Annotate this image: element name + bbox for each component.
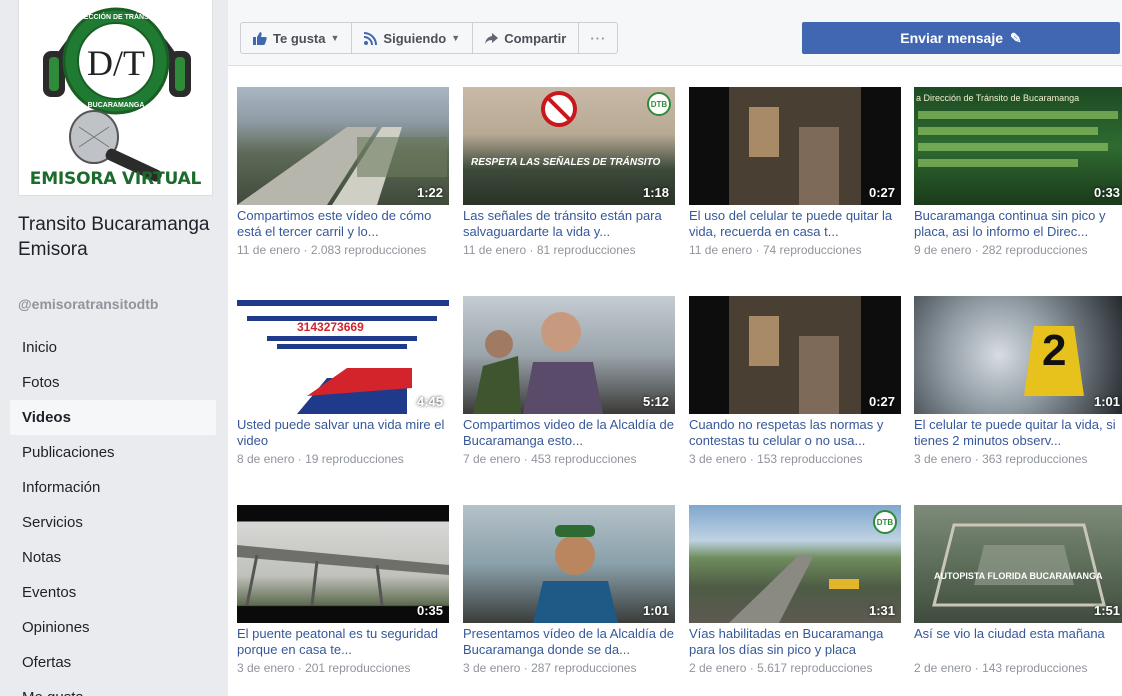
following-label: Siguiendo xyxy=(383,30,447,46)
nav-item-servicios[interactable]: Servicios xyxy=(10,505,216,540)
video-meta: 2 de enero · 5.617 reproducciones xyxy=(689,661,873,675)
video-thumbnail[interactable]: a Dirección de Tránsito de Bucaramanga 0… xyxy=(914,87,1122,205)
video-duration: 0:35 xyxy=(416,603,443,618)
page-nav: Inicio Fotos Videos Publicaciones Inform… xyxy=(10,330,216,696)
thumbnail-overlay-text: 2 xyxy=(1042,326,1067,375)
video-thumbnail[interactable]: AUTOPISTA FLORIDA BUCARAMANGA 1:51 xyxy=(914,505,1122,623)
logo-ring-text: DIRECCIÓN DE TRÁNSITO xyxy=(72,12,161,21)
video-title[interactable]: Así se vio la ciudad esta mañana xyxy=(914,626,1122,642)
video-thumbnail[interactable]: 0:35 xyxy=(237,505,449,623)
video-title[interactable]: El puente peatonal es tu seguridad porqu… xyxy=(237,626,453,658)
video-title[interactable]: Usted puede salvar una vida mire el vide… xyxy=(237,417,453,449)
video-thumbnail[interactable]: 0:27 xyxy=(689,87,901,205)
following-button[interactable]: Siguiendo ▼ xyxy=(352,23,474,53)
video-thumbnail[interactable]: 3143273669 4:45 xyxy=(237,296,449,414)
nav-item-fotos[interactable]: Fotos xyxy=(10,365,216,400)
video-meta: 11 de enero · 81 reproducciones xyxy=(463,243,636,257)
video-thumbnail[interactable]: 1:22 xyxy=(237,87,449,205)
video-title[interactable]: Compartimos video de la Alcaldía de Buca… xyxy=(463,417,679,449)
video-duration: 1:51 xyxy=(1093,603,1120,618)
share-label: Compartir xyxy=(504,30,567,46)
video-meta: 3 de enero · 201 reproducciones xyxy=(237,661,411,675)
page-sidebar: D/T DIRECCIÓN DE TRÁNSITO BUCARAMANGA EM… xyxy=(0,0,228,696)
thumbnail-overlay-text: RESPETA LAS SEÑALES DE TRÁNSITO xyxy=(471,157,661,168)
video-thumbnail[interactable]: 0:27 xyxy=(689,296,901,414)
video-title[interactable]: Bucaramanga continua sin pico y placa, a… xyxy=(914,208,1122,240)
video-duration: 1:31 xyxy=(868,603,895,618)
video-title[interactable]: El celular te puede quitar la vida, si t… xyxy=(914,417,1122,449)
video-title[interactable]: Presentamos vídeo de la Alcaldía de Buca… xyxy=(463,626,679,658)
video-meta: 3 de enero · 363 reproducciones xyxy=(914,452,1088,466)
profile-picture[interactable]: D/T DIRECCIÓN DE TRÁNSITO BUCARAMANGA EM… xyxy=(18,0,213,196)
action-bar: Te gusta ▼ Siguiendo ▼ Compartir ··· Env… xyxy=(228,0,1122,66)
video-title[interactable]: Las señales de tránsito están para salva… xyxy=(463,208,679,240)
like-button[interactable]: Te gusta ▼ xyxy=(241,23,353,53)
nav-item-notas[interactable]: Notas xyxy=(10,540,216,575)
video-title[interactable]: El uso del celular te puede quitar la vi… xyxy=(689,208,905,240)
video-thumbnail[interactable]: 1:01 xyxy=(463,505,675,623)
video-duration: 0:27 xyxy=(868,185,895,200)
share-button[interactable]: Compartir xyxy=(473,23,580,53)
nav-item-informacion[interactable]: Información xyxy=(10,470,216,505)
dtb-badge-icon: DTB xyxy=(873,510,897,534)
video-duration: 1:22 xyxy=(416,185,443,200)
video-duration: 4:45 xyxy=(416,394,443,409)
video-meta: 11 de enero · 74 reproducciones xyxy=(689,243,862,257)
page-action-buttons: Te gusta ▼ Siguiendo ▼ Compartir ··· xyxy=(240,22,619,54)
send-message-button[interactable]: Enviar mensaje ✎ xyxy=(802,22,1120,54)
video-thumbnail[interactable]: 5:12 xyxy=(463,296,675,414)
video-duration: 0:27 xyxy=(868,394,895,409)
send-message-label: Enviar mensaje xyxy=(900,30,1003,46)
video-meta: 11 de enero · 2.083 reproducciones xyxy=(237,243,427,257)
share-arrow-icon xyxy=(485,32,499,44)
emisora-logo: D/T DIRECCIÓN DE TRÁNSITO BUCARAMANGA xyxy=(43,7,191,182)
pencil-icon: ✎ xyxy=(1010,29,1022,46)
video-title[interactable]: Vías habilitadas en Bucaramanga para los… xyxy=(689,626,905,658)
nav-item-videos[interactable]: Videos xyxy=(10,400,216,435)
video-meta: 3 de enero · 287 reproducciones xyxy=(463,661,637,675)
more-options-button[interactable]: ··· xyxy=(579,23,617,53)
nav-item-me-gusta[interactable]: Me gusta xyxy=(10,680,216,696)
video-duration: 1:01 xyxy=(642,603,669,618)
video-thumbnail[interactable]: DTB RESPETA LAS SEÑALES DE TRÁNSITO 1:18 xyxy=(463,87,675,205)
main-content: Te gusta ▼ Siguiendo ▼ Compartir ··· Env… xyxy=(228,0,1122,696)
video-meta: 2 de enero · 143 reproducciones xyxy=(914,661,1088,675)
nav-item-inicio[interactable]: Inicio xyxy=(10,330,216,365)
video-duration: 1:01 xyxy=(1093,394,1120,409)
logo-letters: D/T xyxy=(87,43,145,83)
video-thumbnail[interactable]: 2 1:01 xyxy=(914,296,1122,414)
nav-item-ofertas[interactable]: Ofertas xyxy=(10,645,216,680)
logo-bottom-text: BUCARAMANGA xyxy=(88,102,145,109)
nav-item-opiniones[interactable]: Opiniones xyxy=(10,610,216,645)
chevron-down-icon: ▼ xyxy=(451,33,461,43)
like-label: Te gusta xyxy=(273,30,326,46)
nav-item-publicaciones[interactable]: Publicaciones xyxy=(10,435,216,470)
video-meta: 3 de enero · 153 reproducciones xyxy=(689,452,863,466)
chevron-down-icon: ▼ xyxy=(330,33,340,43)
nav-item-eventos[interactable]: Eventos xyxy=(10,575,216,610)
video-duration: 5:12 xyxy=(642,394,669,409)
video-duration: 1:18 xyxy=(642,185,669,200)
video-duration: 0:33 xyxy=(1093,185,1120,200)
video-meta: 9 de enero · 282 reproducciones xyxy=(914,243,1088,257)
video-title[interactable]: Cuando no respetas las normas y contesta… xyxy=(689,417,905,449)
page-handle[interactable]: @emisoratransitodtb xyxy=(18,296,158,312)
video-meta: 7 de enero · 453 reproducciones xyxy=(463,452,637,466)
thumbnail-overlay-text: 3143273669 xyxy=(297,320,364,334)
thumbnail-overlay-text: AUTOPISTA FLORIDA BUCARAMANGA xyxy=(934,571,1103,581)
thumbs-up-icon xyxy=(253,31,267,45)
brand-label: EMISORA VIRTUAL xyxy=(29,169,202,189)
dtb-badge-icon: DTB xyxy=(647,92,671,116)
rss-icon xyxy=(364,31,378,45)
video-meta: 8 de enero · 19 reproducciones xyxy=(237,452,404,466)
page-title[interactable]: Transito Bucaramanga Emisora xyxy=(18,212,218,262)
video-thumbnail[interactable]: DTB 1:31 xyxy=(689,505,901,623)
video-title[interactable]: Compartimos este vídeo de cómo está el t… xyxy=(237,208,453,240)
